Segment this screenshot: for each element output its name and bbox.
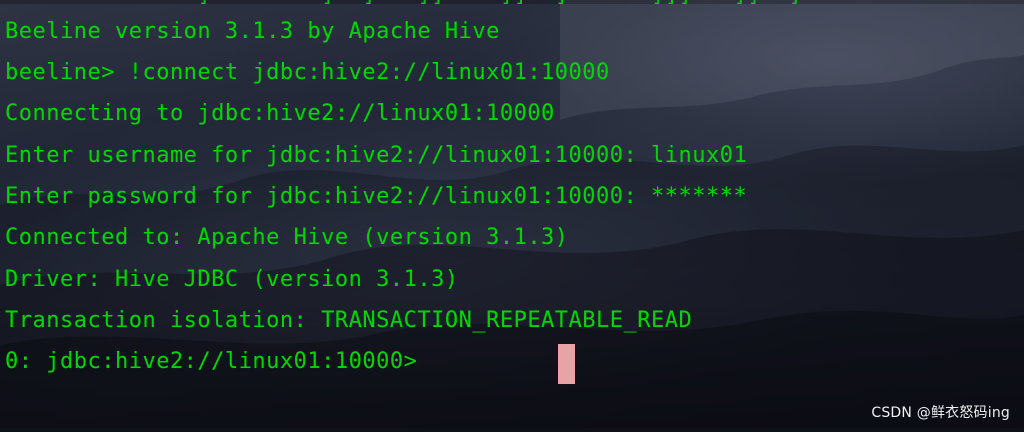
terminal-cursor[interactable] <box>558 344 575 384</box>
terminal-line-beeline-version: Beeline version 3.1.3 by Apache Hive <box>5 19 500 44</box>
bottom-edge-bar <box>0 428 1024 432</box>
terminal-window[interactable]: ] ] ] ]] ]] ] ]]] ]] ] Beeline version 3… <box>0 0 1024 432</box>
terminal-line-connecting: Connecting to jdbc:hive2://linux01:10000 <box>5 101 555 126</box>
terminal-line-connect-command: beeline> !connect jdbc:hive2://linux01:1… <box>5 60 610 85</box>
terminal-line-username: Enter username for jdbc:hive2://linux01:… <box>5 143 748 168</box>
csdn-watermark: CSDN @鲜衣怒码ing <box>871 405 1010 421</box>
terminal-line-driver: Driver: Hive JDBC (version 3.1.3) <box>5 267 459 292</box>
terminal-prompt[interactable]: 0: jdbc:hive2://linux01:10000> <box>5 347 431 377</box>
terminal-line-transaction-isolation: Transaction isolation: TRANSACTION_REPEA… <box>5 308 693 333</box>
terminal-clipped-line: ] ] ] ]] ]] ] ]]] ]] ] <box>5 0 802 8</box>
terminal-line-connected: Connected to: Apache Hive (version 3.1.3… <box>5 225 569 250</box>
terminal-line-password: Enter password for jdbc:hive2://linux01:… <box>5 184 748 209</box>
